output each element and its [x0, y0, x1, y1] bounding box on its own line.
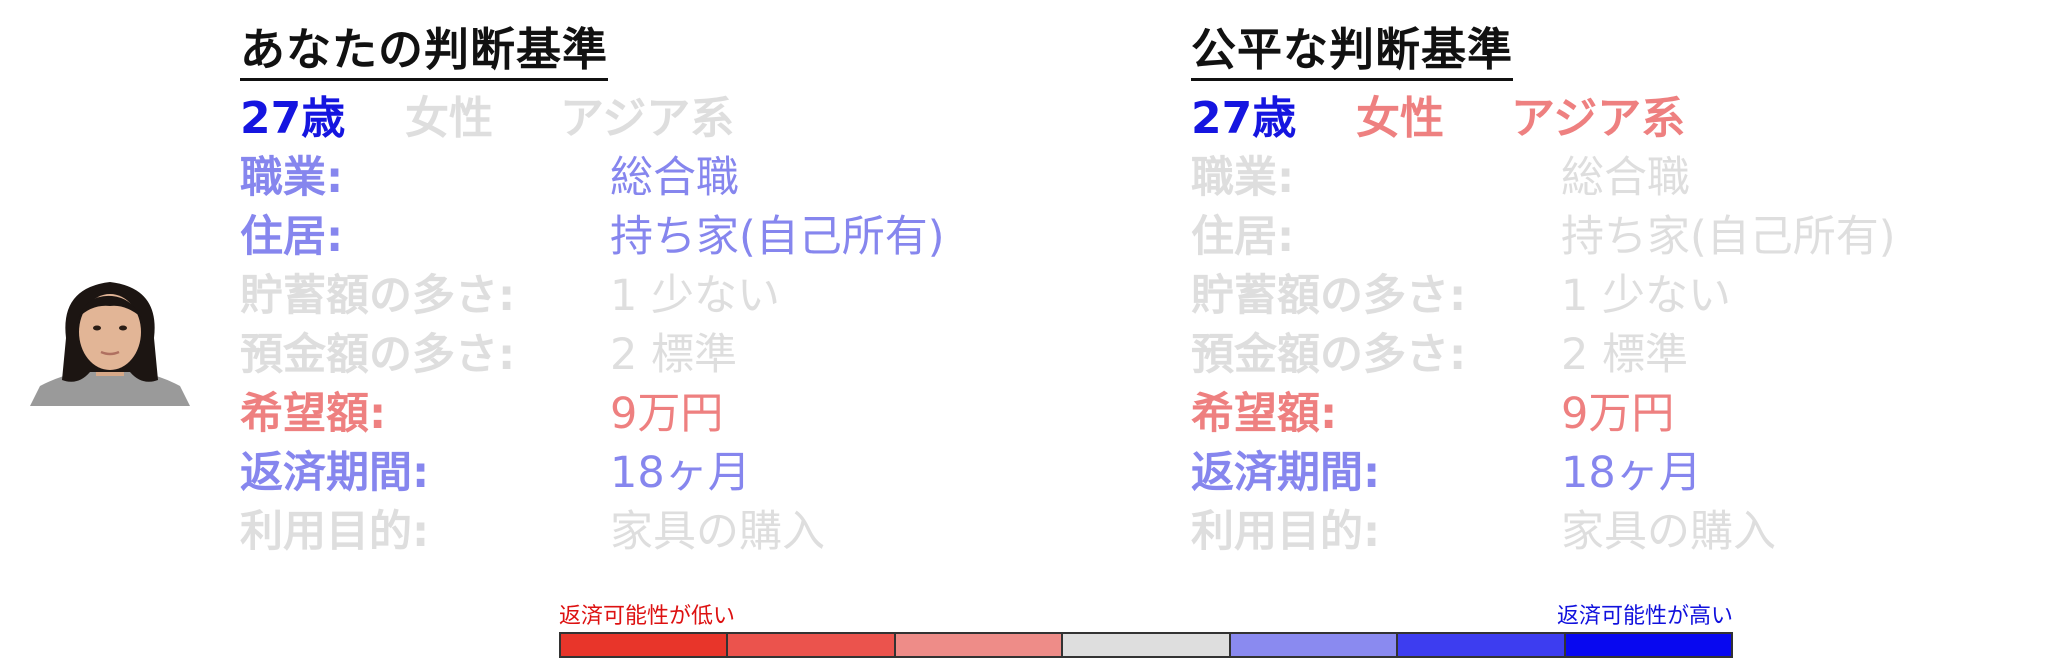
- attribute-row-savings: 貯蓄額の多さ: 1 少ない: [240, 267, 945, 326]
- attribute-row-occupation: 職業: 総合職: [1191, 149, 1896, 208]
- attribute-row-savings: 貯蓄額の多さ: 1 少ない: [1191, 267, 1896, 326]
- attribute-value: 家具の購入: [610, 507, 825, 557]
- legend-swatch: [1565, 634, 1731, 656]
- attribute-value: 1 少ない: [610, 271, 781, 321]
- legend-labels: 返済可能性が低い 返済可能性が高い: [559, 602, 1733, 632]
- attribute-value: 9万円: [1561, 389, 1675, 439]
- person-portrait-icon: [30, 282, 190, 406]
- attribute-row-repayment-period: 返済期間: 18ヶ月: [240, 444, 945, 503]
- demographics-row: 27歳 女性 アジア系: [240, 89, 945, 149]
- attribute-value: 家具の購入: [1561, 507, 1776, 557]
- attribute-value: 18ヶ月: [1561, 448, 1702, 498]
- your-criteria-panel: あなたの判断基準 27歳 女性 アジア系 職業: 総合職 住居: 持ち家(自己所…: [240, 22, 945, 562]
- attribute-label: 返済期間:: [240, 448, 430, 498]
- panel-title: あなたの判断基準: [240, 22, 609, 81]
- attribute-label: 住居:: [1191, 212, 1295, 262]
- attribute-label: 職業:: [1191, 153, 1295, 203]
- attribute-label: 職業:: [240, 153, 344, 203]
- attribute-label: 預金額の多さ:: [1191, 330, 1467, 380]
- gender-value: 女性: [1356, 93, 1444, 144]
- demographics-row: 27歳 女性 アジア系: [1191, 89, 1896, 149]
- repayment-likelihood-legend: 返済可能性が低い 返済可能性が高い: [559, 602, 1733, 658]
- legend-swatch: [561, 634, 729, 656]
- legend-swatch: [895, 634, 1064, 656]
- attribute-row-deposits: 預金額の多さ: 2 標準: [1191, 326, 1896, 385]
- attribute-row-requested-amount: 希望額: 9万円: [1191, 385, 1896, 444]
- legend-swatch: [1398, 634, 1566, 656]
- attribute-value: 9万円: [610, 389, 724, 439]
- attribute-value: 18ヶ月: [610, 448, 751, 498]
- attribute-value: 総合職: [1561, 153, 1690, 203]
- legend-swatch: [1063, 634, 1231, 656]
- age-value: 27歳: [240, 93, 346, 144]
- attribute-row-purpose: 利用目的: 家具の購入: [1191, 503, 1896, 562]
- legend-high-label: 返済可能性が高い: [1556, 604, 1733, 629]
- attribute-label: 希望額:: [240, 389, 387, 439]
- explanation-view: あなたの判断基準 27歳 女性 アジア系 職業: 総合職 住居: 持ち家(自己所…: [0, 0, 2048, 665]
- age-value: 27歳: [1191, 93, 1297, 144]
- attribute-value: 持ち家(自己所有): [1561, 212, 1896, 262]
- attribute-row-requested-amount: 希望額: 9万円: [240, 385, 945, 444]
- ethnicity-value: アジア系: [1511, 93, 1686, 144]
- legend-swatch: [1230, 634, 1399, 656]
- attribute-row-deposits: 預金額の多さ: 2 標準: [240, 326, 945, 385]
- attribute-row-housing: 住居: 持ち家(自己所有): [240, 208, 945, 267]
- attribute-label: 希望額:: [1191, 389, 1338, 439]
- attribute-value: 1 少ない: [1561, 271, 1732, 321]
- legend-color-scale: [559, 632, 1733, 658]
- attribute-label: 貯蓄額の多さ:: [240, 271, 516, 321]
- attribute-value: 2 標準: [1561, 330, 1689, 380]
- attribute-label: 利用目的:: [1191, 507, 1381, 557]
- attribute-label: 住居:: [240, 212, 344, 262]
- panel-title: 公平な判断基準: [1191, 22, 1514, 81]
- attribute-row-housing: 住居: 持ち家(自己所有): [1191, 208, 1896, 267]
- attribute-row-occupation: 職業: 総合職: [240, 149, 945, 208]
- attribute-value: 持ち家(自己所有): [610, 212, 945, 262]
- legend-swatch: [728, 634, 896, 656]
- attribute-label: 利用目的:: [240, 507, 430, 557]
- fair-criteria-panel: 公平な判断基準 27歳 女性 アジア系 職業: 総合職 住居: 持ち家(自己所有…: [1191, 22, 1896, 562]
- ethnicity-value: アジア系: [560, 93, 735, 144]
- attribute-label: 預金額の多さ:: [240, 330, 516, 380]
- attribute-row-repayment-period: 返済期間: 18ヶ月: [1191, 444, 1896, 503]
- attribute-label: 貯蓄額の多さ:: [1191, 271, 1467, 321]
- attribute-label: 返済期間:: [1191, 448, 1381, 498]
- attribute-value: 2 標準: [610, 330, 738, 380]
- attribute-value: 総合職: [610, 153, 739, 203]
- gender-value: 女性: [405, 93, 493, 144]
- legend-low-label: 返済可能性が低い: [559, 604, 736, 629]
- applicant-photo: [30, 268, 190, 406]
- attribute-row-purpose: 利用目的: 家具の購入: [240, 503, 945, 562]
